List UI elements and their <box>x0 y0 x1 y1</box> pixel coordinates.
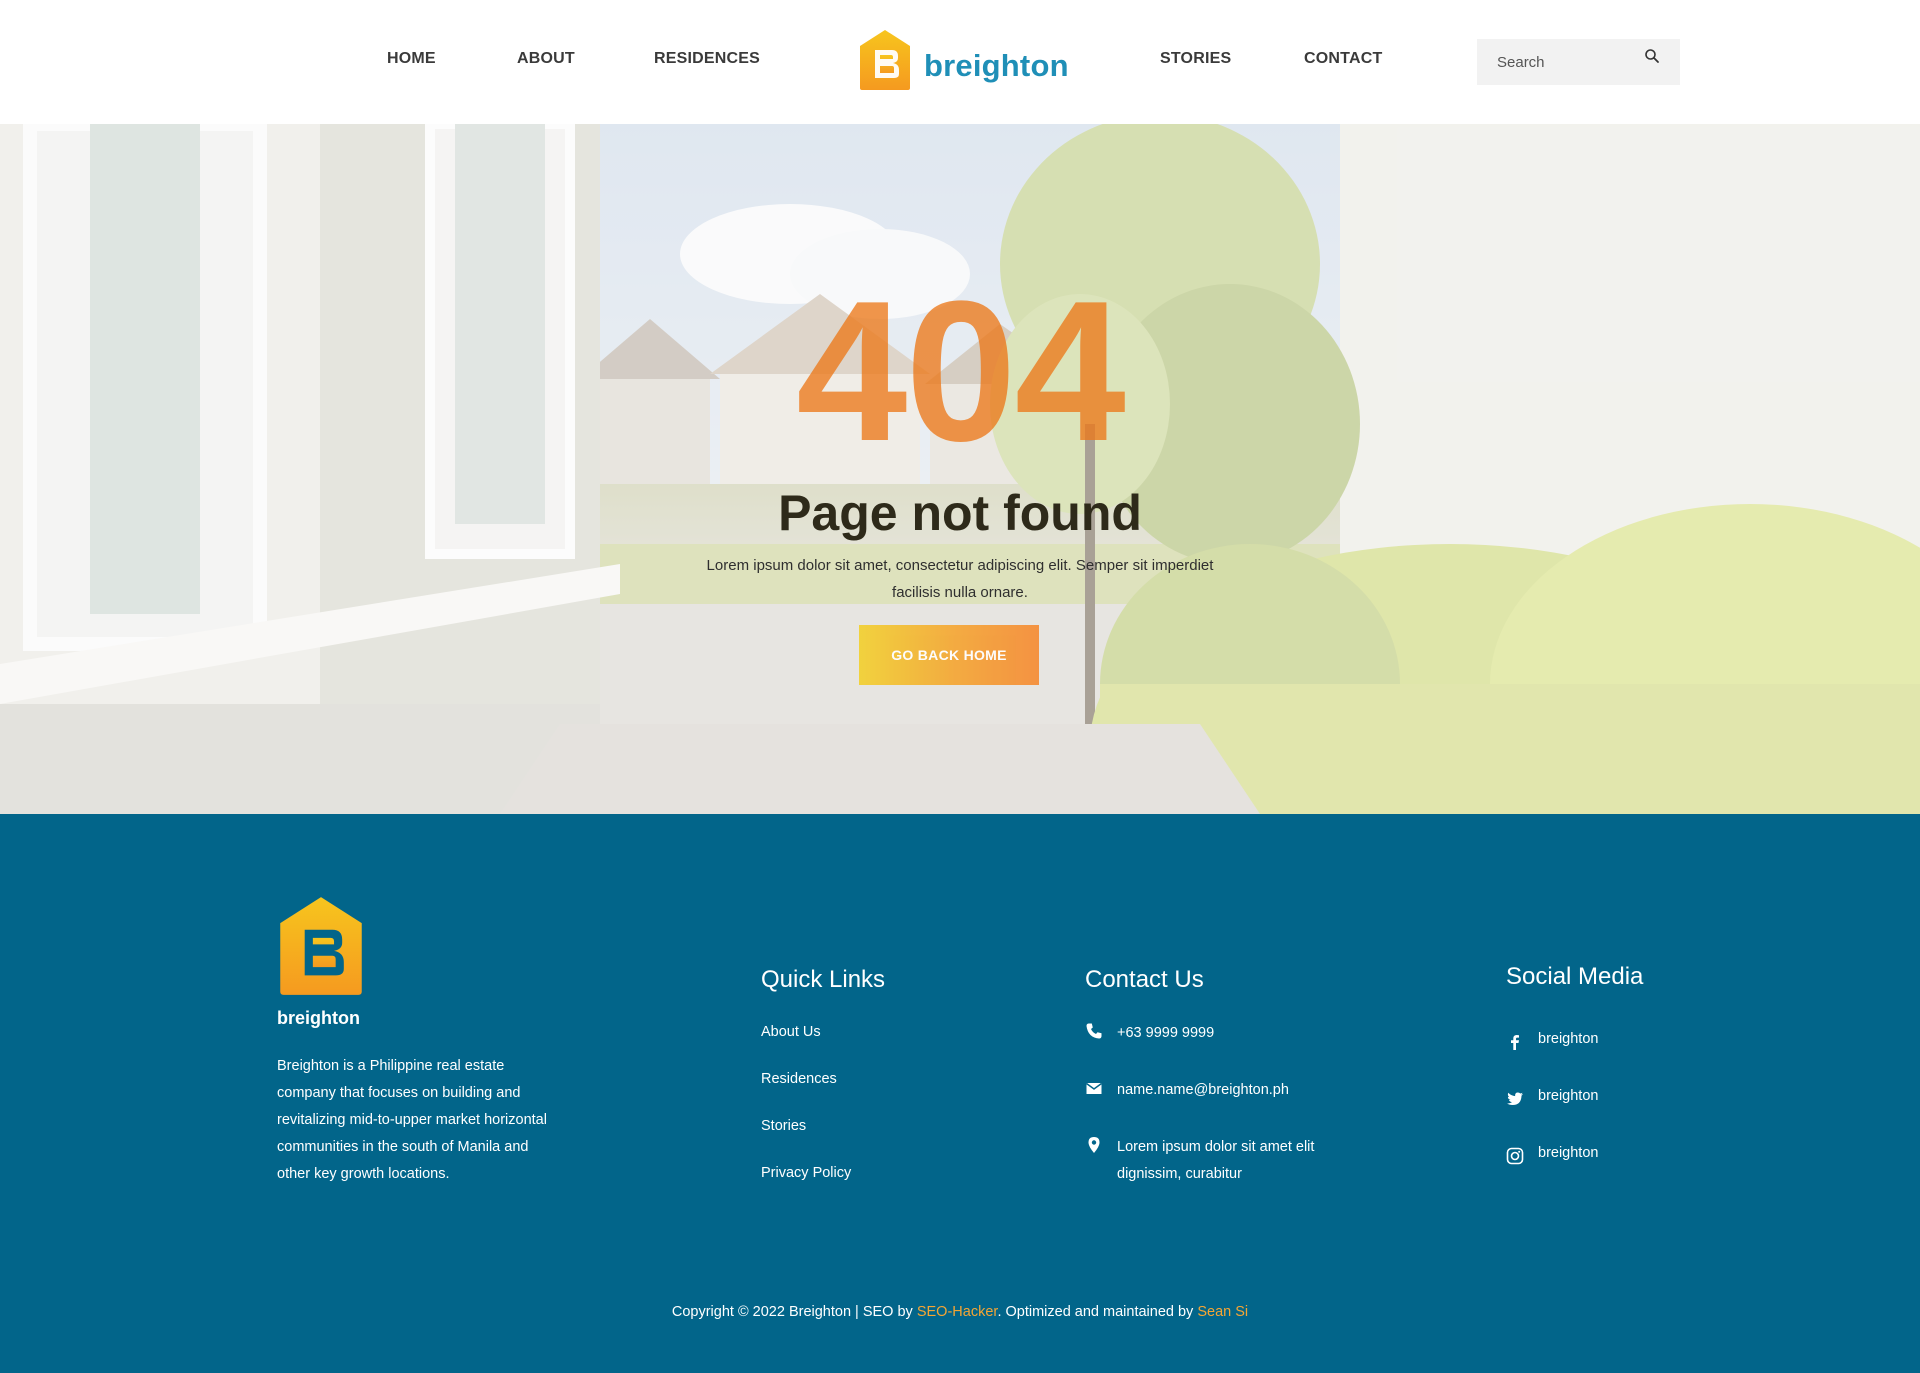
footer-logo-icon[interactable] <box>277 893 365 999</box>
nav-home[interactable]: HOME <box>387 50 436 68</box>
seo-hacker-link[interactable]: SEO-Hacker <box>917 1304 998 1320</box>
footer-about-text: Breighton is a Philippine real estate co… <box>277 1058 547 1182</box>
footer-logo-text: breighton <box>277 1008 360 1028</box>
site-footer: breighton Breighton is a Philippine real… <box>0 814 1920 1373</box>
go-back-home-button[interactable]: GO BACK HOME <box>859 625 1039 685</box>
mail-icon <box>1086 1082 1102 1094</box>
contact-phone-text: +63 9999 9999 <box>1117 1025 1215 1041</box>
nav-about[interactable]: ABOUT <box>517 50 575 68</box>
contact-email[interactable]: name.name@breighton.ph <box>1085 1077 1315 1104</box>
contact-heading: Contact Us <box>1085 966 1204 993</box>
footer-link-stories[interactable]: Stories <box>761 1118 806 1134</box>
nav-contact[interactable]: CONTACT <box>1304 50 1382 68</box>
site-header: HOME ABOUT RESIDENCES breighton STORIES … <box>0 0 1920 124</box>
footer-link-about-us[interactable]: About Us <box>761 1024 821 1040</box>
quick-links-heading: Quick Links <box>761 966 886 993</box>
sean-si-link[interactable]: Sean Si <box>1197 1304 1248 1320</box>
phone-icon <box>1086 1023 1102 1039</box>
search-box <box>1477 39 1680 85</box>
social-instagram-label: breighton <box>1538 1145 1599 1161</box>
twitter-icon <box>1507 1092 1523 1105</box>
contact-address: Lorem ipsum dolor sit amet elit dignissi… <box>1085 1134 1315 1188</box>
search-icon[interactable] <box>1644 48 1660 64</box>
social-facebook-label: breighton <box>1538 1031 1599 1047</box>
logo-text: breighton <box>924 48 1069 83</box>
contact-phone[interactable]: +63 9999 9999 <box>1085 1020 1315 1047</box>
footer-link-residences[interactable]: Residences <box>761 1071 837 1087</box>
facebook-icon <box>1511 1035 1519 1050</box>
nav-residences[interactable]: RESIDENCES <box>654 50 760 68</box>
error-title: Page not found <box>778 485 1142 541</box>
footer-link-privacy-policy[interactable]: Privacy Policy <box>761 1165 851 1181</box>
logo-mark-icon <box>860 30 910 90</box>
nav-stories[interactable]: STORIES <box>1160 50 1231 68</box>
error-description: Lorem ipsum dolor sit amet, consectetur … <box>706 557 1214 601</box>
contact-email-text: name.name@breighton.ph <box>1117 1082 1289 1098</box>
social-media-heading: Social Media <box>1506 963 1644 990</box>
copyright-text: Copyright © 2022 Breighton | SEO by <box>671 1304 917 1320</box>
site-logo[interactable]: breighton <box>858 28 1069 98</box>
search-input[interactable] <box>1477 39 1647 85</box>
copyright-bar: Copyright © 2022 Breighton | SEO by SEO-… <box>0 1304 1920 1320</box>
hero-banner: 404 Page not found Lorem ipsum dolor sit… <box>0 124 1920 814</box>
instagram-icon <box>1506 1147 1524 1165</box>
map-pin-icon <box>1088 1137 1100 1153</box>
error-code: 404 <box>796 260 1126 483</box>
contact-address-text: Lorem ipsum dolor sit amet elit dignissi… <box>1117 1139 1315 1182</box>
social-twitter-label: breighton <box>1538 1088 1599 1104</box>
copyright-middle-text: . Optimized and maintained by <box>997 1304 1198 1320</box>
